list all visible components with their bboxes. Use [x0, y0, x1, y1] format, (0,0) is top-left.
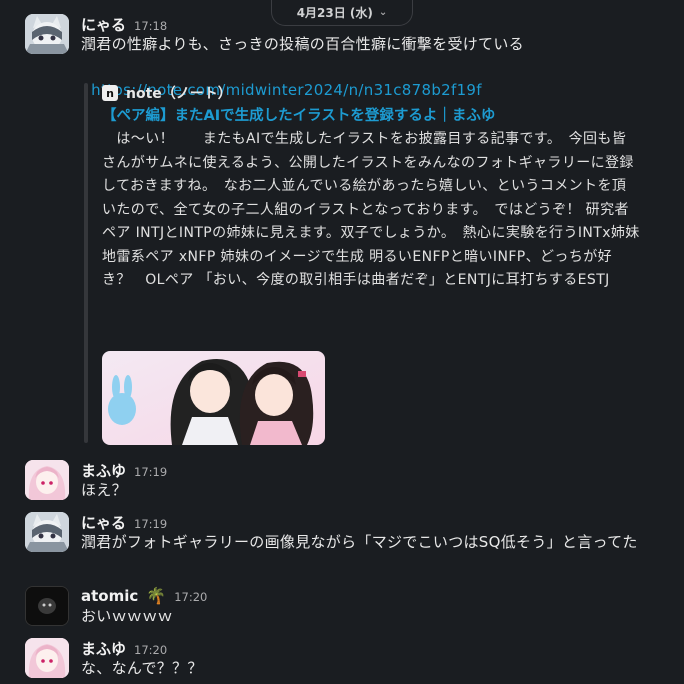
- avatar[interactable]: [25, 586, 69, 626]
- preview-accent-bar: [84, 83, 88, 443]
- message-timestamp[interactable]: 17:20: [134, 643, 167, 657]
- message-timestamp[interactable]: 17:19: [134, 465, 167, 479]
- message-text: ほえ？: [81, 481, 127, 499]
- preview-image[interactable]: [102, 351, 325, 445]
- preview-title-link[interactable]: 【ペア編】またAIで生成したイラストを登録するよ｜まふゆ: [102, 104, 495, 125]
- author-name[interactable]: まふゆ: [81, 638, 126, 659]
- palm-tree-icon: 🌴: [146, 586, 167, 605]
- message-text: 潤君の性癖よりも、さっきの投稿の百合性癖に衝撃を受けている: [81, 35, 524, 53]
- avatar[interactable]: [25, 512, 69, 552]
- preview-source: n note（ノート）: [102, 83, 232, 103]
- avatar[interactable]: [25, 14, 69, 54]
- author-name[interactable]: にゃる: [81, 14, 126, 35]
- avatar[interactable]: [25, 460, 69, 500]
- author-name[interactable]: まふゆ: [81, 460, 126, 481]
- message-timestamp[interactable]: 17:19: [134, 517, 167, 531]
- date-label: 4月23日 (水): [296, 6, 373, 20]
- message-timestamp[interactable]: 17:18: [134, 19, 167, 33]
- avatar[interactable]: [25, 638, 69, 678]
- date-divider-button[interactable]: 4月23日 (水) ⌄: [271, 0, 413, 26]
- message-timestamp[interactable]: 17:20: [174, 590, 207, 604]
- author-name[interactable]: atomic: [81, 587, 138, 605]
- message-text: な、なんで？？？: [81, 659, 203, 677]
- author-name[interactable]: にゃる: [81, 512, 126, 533]
- chevron-down-icon: ⌄: [378, 7, 388, 18]
- message-text: おいｗｗｗｗ: [81, 607, 173, 625]
- link-preview: n note（ノート） 【ペア編】またAIで生成したイラストを登録するよ｜まふゆ…: [84, 83, 644, 445]
- message-text: 潤君がフォトギャラリーの画像見ながら「マジでこいつはSQ低そう」と言ってた: [81, 533, 638, 551]
- preview-description: は〜い！ またもAIで生成したイラストをお披露目する記事です。 今回も皆さんがサ…: [102, 131, 655, 288]
- preview-source-name: note（ノート）: [126, 86, 232, 102]
- note-logo-icon: n: [102, 85, 118, 101]
